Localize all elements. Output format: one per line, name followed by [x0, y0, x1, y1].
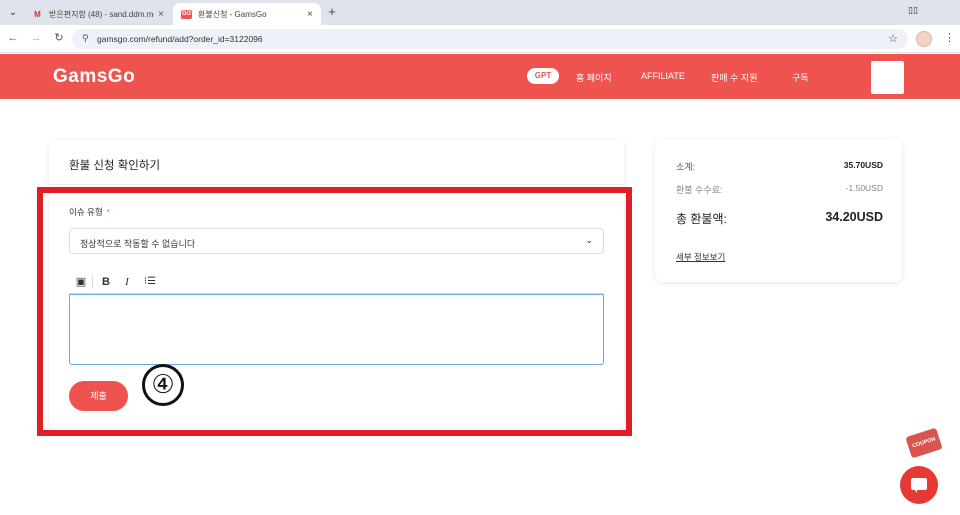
chat-icon-tail	[913, 488, 917, 493]
total-refund-row: 총 환불액: 34.20USD	[676, 210, 883, 227]
refund-summary-card: 소계: 35.70USD 환불 수수료: -1.50USD 총 환불액: 34.…	[655, 139, 902, 282]
divider	[49, 184, 624, 185]
total-refund-label: 총 환불액:	[676, 212, 727, 226]
browser-toolbar: ← → ↻ ⚲ gamsgo.com/refund/add?order_id=3…	[0, 25, 960, 53]
browser-tab-strip: ⌄ M 받은편지함 (48) - sand.ddm.mg... × GG 환불신…	[0, 0, 960, 25]
gamsgo-icon: GG	[181, 9, 192, 19]
issue-type-selected-value: 정상적으로 작동할 수 없습니다	[80, 239, 196, 249]
chevron-down-icon: ⌄	[585, 235, 593, 245]
required-mark: *	[106, 208, 110, 217]
tab-title: 환불신청 - GamsGo	[198, 9, 267, 19]
url-text[interactable]: gamsgo.com/refund/add?order_id=3122096	[97, 34, 263, 44]
gmail-icon: M	[34, 9, 41, 19]
insert-image-icon[interactable]: ▣	[74, 275, 88, 289]
step-number-annotation: ④	[142, 364, 184, 406]
editor-toolbar: ▣ B I ⁝☰	[69, 270, 604, 294]
coupon-badge[interactable]: COUPON	[905, 427, 943, 459]
tab-title: 받은편지함 (48) - sand.ddm.mg...	[49, 9, 155, 19]
chat-button[interactable]	[900, 466, 938, 504]
nav-home-link[interactable]: 홈 페이지	[576, 71, 612, 84]
bold-icon[interactable]: B	[99, 275, 113, 289]
italic-icon[interactable]: I	[120, 275, 134, 289]
browser-tab-gamsgo[interactable]: GG 환불신청 - GamsGo ×	[173, 3, 321, 25]
total-refund-value: 34.20USD	[825, 210, 883, 224]
address-bar[interactable]: ⚲ gamsgo.com/refund/add?order_id=3122096…	[72, 29, 908, 49]
numbered-list-icon[interactable]: ⁝☰	[143, 275, 157, 289]
browser-tab-gmail[interactable]: M 받은편지함 (48) - sand.ddm.mg... ×	[24, 3, 172, 25]
refund-fee-row: 환불 수수료: -1.50USD	[676, 183, 883, 196]
subtotal-value: 35.70USD	[843, 160, 883, 170]
subtotal-label: 소계:	[676, 162, 696, 172]
back-arrow-icon[interactable]: ←	[6, 31, 20, 45]
nav-subscribe-link[interactable]: 구독	[792, 71, 809, 84]
refund-fee-label: 환불 수수료:	[676, 185, 723, 195]
profile-avatar[interactable]	[916, 31, 932, 47]
forward-arrow-icon[interactable]: →	[29, 31, 43, 45]
description-textarea[interactable]	[69, 294, 604, 365]
view-details-link[interactable]: 세부 정보보기	[676, 251, 725, 263]
new-tab-button[interactable]: +	[324, 4, 340, 20]
nav-reseller-link[interactable]: 판매 수 지원	[711, 71, 757, 84]
bookmark-star-icon[interactable]: ☆	[888, 32, 898, 45]
issue-type-select[interactable]: 정상적으로 작동할 수 없습니다 ⌄	[69, 228, 604, 254]
toolbar-divider	[92, 275, 93, 289]
close-tab-icon[interactable]: ×	[158, 9, 164, 20]
refund-fee-value: -1.50USD	[845, 183, 883, 193]
nav-affiliate-link[interactable]: AFFILIATE	[641, 71, 685, 81]
close-tab-icon[interactable]: ×	[307, 9, 313, 20]
user-menu-button[interactable]	[871, 61, 904, 94]
issue-type-label: 이슈 유형 *	[69, 207, 110, 217]
subtotal-row: 소계: 35.70USD	[676, 160, 883, 173]
reload-icon[interactable]: ↻	[52, 31, 66, 45]
nav-gpt-button[interactable]: GPT	[527, 68, 559, 84]
site-header: GamsGo GPT 홈 페이지 AFFILIATE 판매 수 지원 구독	[0, 54, 960, 99]
window-controls[interactable]: ▯▯	[908, 5, 918, 16]
browser-menu-icon[interactable]: ⋮	[944, 31, 955, 44]
gamsgo-logo[interactable]: GamsGo	[53, 66, 135, 88]
page-title: 환불 신청 확인하기	[69, 160, 161, 172]
site-info-icon[interactable]: ⚲	[82, 33, 89, 44]
tab-search-icon[interactable]: ⌄	[4, 4, 22, 21]
submit-button[interactable]: 제출	[69, 381, 128, 411]
